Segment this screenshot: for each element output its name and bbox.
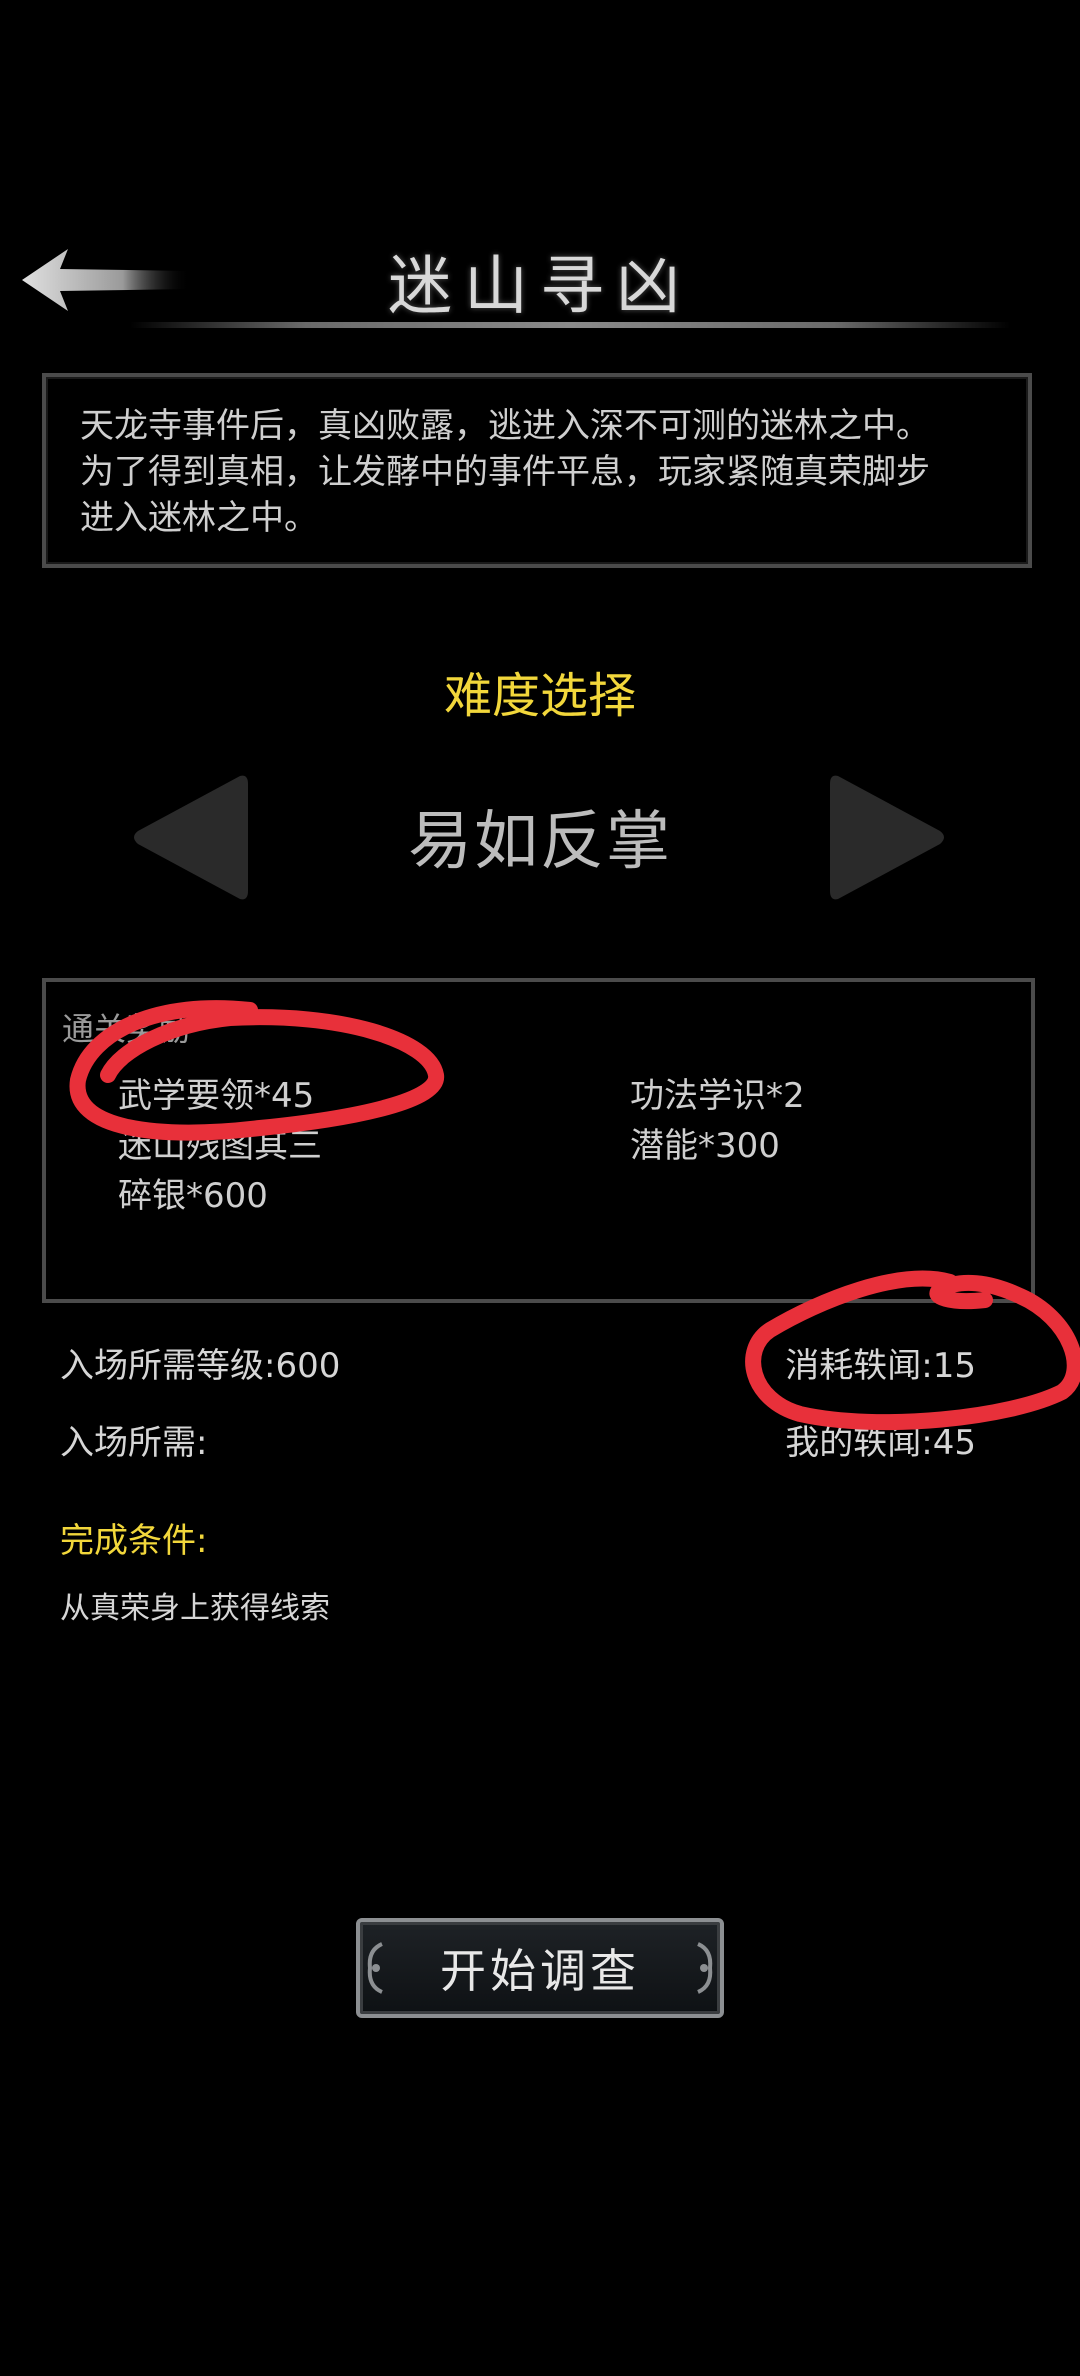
owned-anecdote: 我的轶闻:45 bbox=[785, 1423, 976, 1463]
rewards-title: 通关奖励 bbox=[62, 1010, 191, 1048]
triangle-right-icon bbox=[830, 775, 944, 900]
scroll-ornament-icon bbox=[367, 1942, 383, 1994]
start-investigation-button[interactable]: 开始调查 bbox=[356, 1918, 724, 2018]
difficulty-label: 难度选择 bbox=[443, 668, 636, 724]
reward-item: 潜能*300 bbox=[630, 1126, 780, 1166]
scroll-ornament-icon bbox=[697, 1942, 713, 1994]
reward-item: 功法学识*2 bbox=[630, 1076, 805, 1116]
entry-requirement: 入场所需: bbox=[60, 1423, 208, 1463]
reward-item: 迷山残图其三 bbox=[118, 1126, 322, 1166]
start-button-label: 开始调查 bbox=[440, 1944, 640, 1998]
description-text: 天龙寺事件后，真凶败露，逃进入深不可测的迷林之中。 为了得到真相，让发酵中的事件… bbox=[80, 406, 930, 538]
completion-label: 完成条件: bbox=[60, 1521, 208, 1561]
difficulty-next-button[interactable] bbox=[828, 770, 950, 905]
description-panel: 天龙寺事件后，真凶败露，逃进入深不可测的迷林之中。 为了得到真相，让发酵中的事件… bbox=[42, 373, 1032, 568]
reward-item: 碎银*600 bbox=[118, 1176, 268, 1216]
completion-text: 从真荣身上获得线索 bbox=[60, 1591, 330, 1626]
reward-item: 武学要领*45 bbox=[118, 1076, 315, 1116]
title-divider bbox=[130, 322, 1010, 328]
cost-anecdote: 消耗轶闻:15 bbox=[785, 1346, 976, 1386]
level-requirement: 入场所需等级:600 bbox=[60, 1346, 341, 1386]
page-title: 迷山寻凶 bbox=[388, 250, 692, 324]
